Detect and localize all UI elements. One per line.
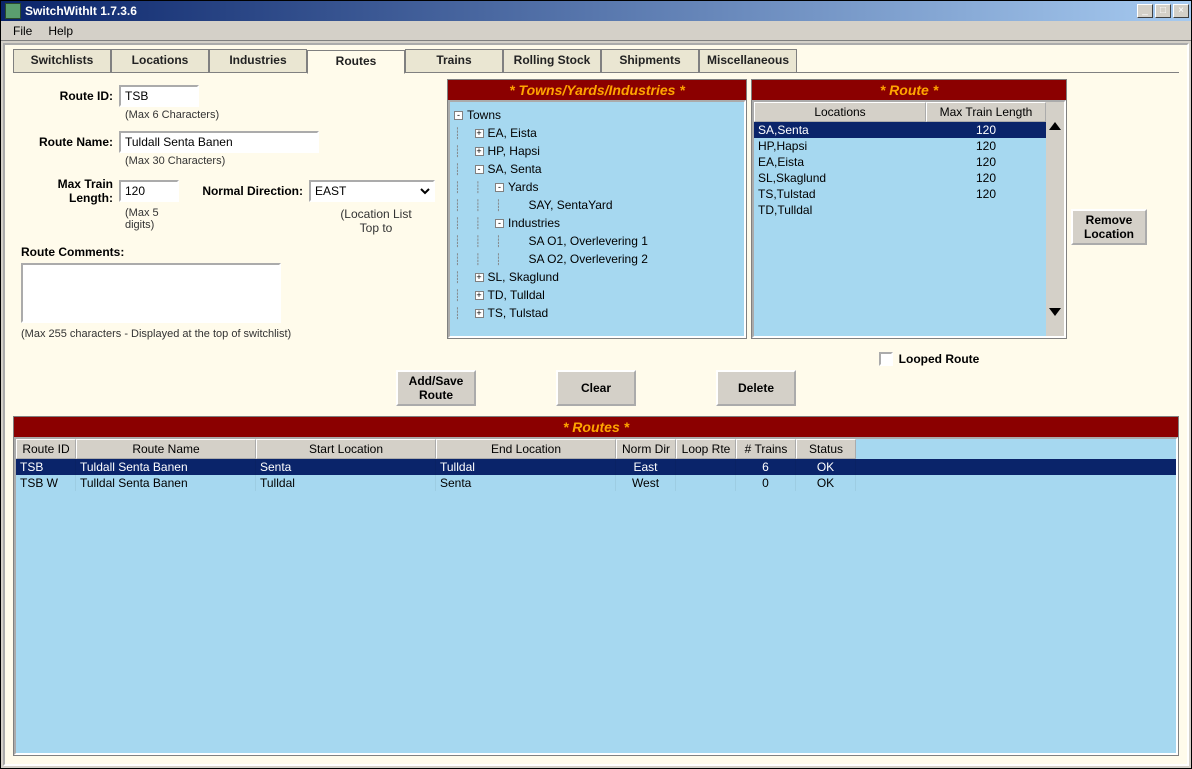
tree-item[interactable]: ┊ ┊ ┊ SA O2, Overlevering 2 — [454, 250, 740, 268]
tab-routes[interactable]: Routes — [307, 50, 405, 74]
route-panel: * Route * LocationsMax Train LengthSA,Se… — [751, 79, 1067, 339]
close-button[interactable]: × — [1173, 4, 1189, 18]
tree-item-label: TS, Tulstad — [488, 306, 549, 320]
route-id-label: Route ID: — [21, 89, 119, 103]
tree-toggle-icon[interactable]: - — [495, 183, 504, 192]
tree-item-label: TD, Tulldal — [488, 288, 545, 302]
tree-item-label: SA, Senta — [488, 162, 542, 176]
route-name-help: (Max 30 Characters) — [125, 155, 435, 167]
route-row[interactable]: SL,Skaglund120 — [754, 170, 1046, 186]
menubar: File Help — [1, 21, 1191, 41]
delete-button[interactable]: Delete — [716, 370, 796, 406]
route-form: Route ID: (Max 6 Characters) Route Name:… — [13, 79, 443, 346]
max-train-label1: Max Train — [21, 177, 113, 191]
route-row[interactable]: TS,Tulstad120 — [754, 186, 1046, 202]
looped-route-label: Looped Route — [899, 352, 980, 366]
menu-help[interactable]: Help — [40, 22, 81, 40]
towns-tree[interactable]: -Towns┊ +EA, Eista┊ +HP, Hapsi┊ -SA, Sen… — [448, 100, 746, 338]
tab-miscellaneous[interactable]: Miscellaneous — [699, 49, 797, 72]
tab-rolling-stock[interactable]: Rolling Stock — [503, 49, 601, 72]
tree-item-label: Yards — [508, 180, 538, 194]
normal-dir-label: Normal Direction: — [189, 184, 309, 198]
tree-toggle-icon[interactable]: - — [495, 219, 504, 228]
tree-toggle-icon[interactable]: + — [475, 309, 484, 318]
tree-item[interactable]: ┊ ┊ ┊ SAY, SentaYard — [454, 196, 740, 214]
tab-locations[interactable]: Locations — [111, 49, 209, 72]
routes-panel: * Routes * Route ID Route Name Start Loc… — [13, 416, 1179, 756]
app-icon — [5, 3, 21, 19]
tree-item-label: HP, Hapsi — [488, 144, 540, 158]
tree-item[interactable]: ┊ +SL, Skaglund — [454, 268, 740, 286]
route-name-input[interactable] — [119, 131, 319, 153]
route-name-label: Route Name: — [21, 135, 119, 149]
towns-panel: * Towns/Yards/Industries * -Towns┊ +EA, … — [447, 79, 747, 339]
looped-route-checkbox[interactable] — [879, 352, 893, 366]
tree-item[interactable]: ┊ -SA, Senta — [454, 160, 740, 178]
tree-item[interactable]: ┊ ┊ ┊ SA O1, Overlevering 1 — [454, 232, 740, 250]
route-scrollbar — [1046, 102, 1064, 336]
normal-dir-select[interactable]: EAST — [309, 180, 435, 202]
normal-dir-help2: Top to — [317, 221, 435, 235]
tree-root-label[interactable]: Towns — [467, 108, 501, 122]
tab-switchlists[interactable]: Switchlists — [13, 49, 111, 72]
tab-trains[interactable]: Trains — [405, 49, 503, 72]
tree-item-label: SL, Skaglund — [488, 270, 559, 284]
routes-table-row[interactable]: TSBTuldall Senta BanenSentaTulldalEast6O… — [16, 459, 1176, 475]
tree-toggle-icon[interactable]: - — [454, 111, 463, 120]
tree-item-label: Industries — [508, 216, 560, 230]
route-row[interactable]: SA,Senta120 — [754, 122, 1046, 138]
tree-item-label: SA O2, Overlevering 2 — [529, 252, 648, 266]
tree-item[interactable]: ┊ +TD, Tulldal — [454, 286, 740, 304]
route-id-input[interactable] — [119, 85, 199, 107]
titlebar: SwitchWithIt 1.7.3.6 _ □ × — [1, 1, 1191, 21]
tree-toggle-icon[interactable]: - — [475, 165, 484, 174]
routes-panel-header: * Routes * — [14, 417, 1178, 437]
routes-table-row[interactable]: TSB WTulldal Senta BanenTulldalSentaWest… — [16, 475, 1176, 491]
tree-item[interactable]: ┊ ┊ -Yards — [454, 178, 740, 196]
tree-item[interactable]: ┊ +EA, Eista — [454, 124, 740, 142]
route-row[interactable]: TD,Tulldal — [754, 202, 1046, 218]
comments-textarea[interactable] — [21, 263, 281, 323]
route-row[interactable]: EA,Eista120 — [754, 154, 1046, 170]
normal-dir-help1: (Location List — [317, 207, 435, 221]
menu-file[interactable]: File — [5, 22, 40, 40]
tree-toggle-icon[interactable]: + — [475, 291, 484, 300]
route-row[interactable]: HP,Hapsi120 — [754, 138, 1046, 154]
route-table[interactable]: LocationsMax Train LengthSA,Senta120HP,H… — [754, 102, 1046, 336]
tree-item-label: SA O1, Overlevering 1 — [529, 234, 648, 248]
tree-item[interactable]: ┊ +TS, Tulstad — [454, 304, 740, 322]
comments-label: Route Comments: — [21, 245, 435, 259]
towns-panel-header: * Towns/Yards/Industries * — [448, 80, 746, 100]
tab-industries[interactable]: Industries — [209, 49, 307, 72]
tab-row: SwitchlistsLocationsIndustriesRoutesTrai… — [13, 49, 1179, 73]
scroll-down-icon[interactable] — [1049, 308, 1061, 316]
tree-toggle-icon[interactable]: + — [475, 129, 484, 138]
tab-shipments[interactable]: Shipments — [601, 49, 699, 72]
maximize-button[interactable]: □ — [1155, 4, 1171, 18]
scroll-up-icon[interactable] — [1049, 122, 1061, 130]
add-save-button[interactable]: Add/Save Route — [396, 370, 476, 406]
max-train-label2: Length: — [21, 191, 113, 205]
comments-help: (Max 255 characters - Displayed at the t… — [21, 328, 435, 340]
tree-item[interactable]: ┊ +HP, Hapsi — [454, 142, 740, 160]
tree-toggle-icon[interactable]: + — [475, 147, 484, 156]
route-panel-header: * Route * — [752, 80, 1066, 100]
max-train-help: (Max 5 digits) — [125, 207, 191, 235]
clear-button[interactable]: Clear — [556, 370, 636, 406]
max-train-input[interactable] — [119, 180, 179, 202]
tree-item-label: EA, Eista — [488, 126, 537, 140]
app-title: SwitchWithIt 1.7.3.6 — [25, 4, 1137, 18]
tree-item[interactable]: ┊ ┊ -Industries — [454, 214, 740, 232]
routes-table-header: Route ID Route Name Start Location End L… — [16, 439, 1176, 459]
minimize-button[interactable]: _ — [1137, 4, 1153, 18]
route-id-help: (Max 6 Characters) — [125, 109, 435, 121]
tree-item-label: SAY, SentaYard — [529, 198, 613, 212]
tree-toggle-icon[interactable]: + — [475, 273, 484, 282]
remove-location-button[interactable]: Remove Location — [1071, 209, 1147, 245]
